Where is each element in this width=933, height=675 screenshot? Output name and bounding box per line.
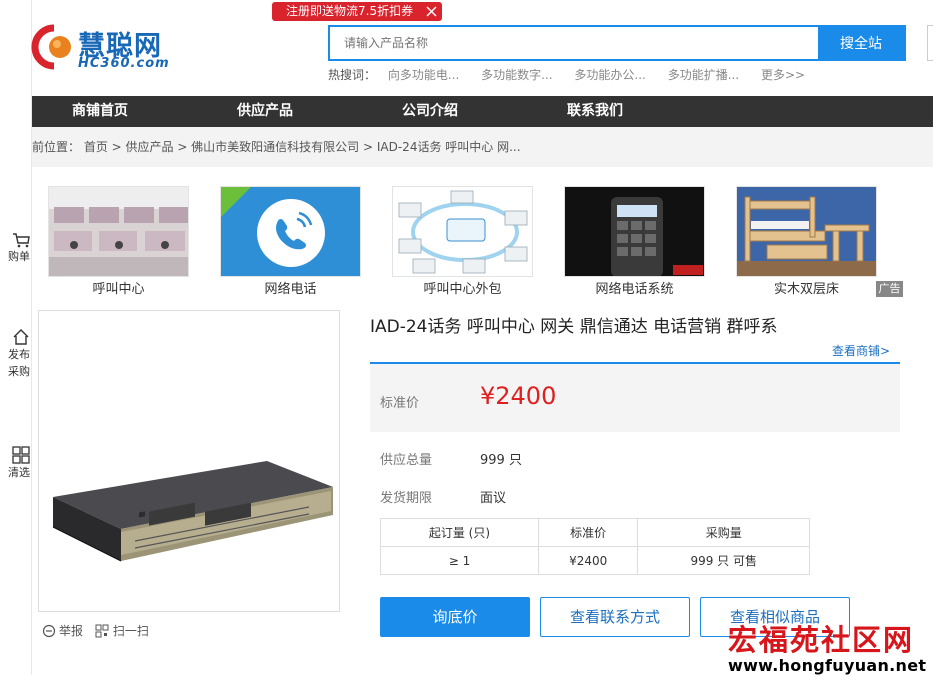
table-cell: ≥ 1 xyxy=(380,546,539,575)
ad-badge: 广告 xyxy=(876,281,903,297)
recommend-image xyxy=(48,186,189,277)
hot-term[interactable]: 多功能扩播... xyxy=(668,68,739,82)
sidebar-cart-label: 购单 xyxy=(8,250,30,263)
nav-company[interactable]: 公司介绍 xyxy=(402,96,458,127)
hot-search: 热搜词： 向多功能电... 多功能数字... 多功能办公... 多功能扩播...… xyxy=(328,66,823,83)
shop-nav: 商铺首页 供应产品 公司介绍 联系我们 xyxy=(32,96,933,127)
product-image[interactable] xyxy=(38,310,340,612)
table-header: 标准价 xyxy=(537,518,639,547)
nav-products[interactable]: 供应产品 xyxy=(237,96,293,127)
recommend-image xyxy=(564,186,705,277)
price-label: 标准价 xyxy=(380,396,420,411)
logo-en-text: HC360.com xyxy=(78,56,170,71)
price-tier-table: 起订量 (只) 标准价 采购量 ≥ 1 ¥2400 999 只 可售 xyxy=(380,518,810,575)
recommend-caption: 呼叫中心 xyxy=(92,282,145,297)
view-shop-link[interactable]: 查看商铺> xyxy=(832,342,890,359)
recommend-item[interactable]: 呼叫中心 xyxy=(48,186,189,297)
sidebar-filter-label: 清选 xyxy=(8,466,30,479)
hot-search-label: 热搜词： xyxy=(328,68,377,82)
table-header: 起订量 (只) xyxy=(380,518,539,547)
hot-more-link[interactable]: 更多>> xyxy=(761,68,805,82)
grid-icon xyxy=(12,446,30,464)
watermark-cn: 宏福苑社区网 xyxy=(728,623,915,657)
table-header: 采购量 xyxy=(637,518,810,547)
sidebar-filter[interactable]: 清选 xyxy=(0,446,30,481)
close-icon[interactable] xyxy=(425,5,438,18)
sidebar-cart[interactable]: 购单 xyxy=(0,232,30,265)
sidebar-publish-label-1: 发布 xyxy=(8,348,30,361)
hot-term[interactable]: 向多功能电... xyxy=(388,68,459,82)
qrcode-icon xyxy=(95,624,109,637)
sidebar-publish[interactable]: 发布 采购 xyxy=(0,328,30,380)
recommend-image xyxy=(392,186,533,277)
header-right-stub xyxy=(927,25,933,61)
scan-link[interactable]: 扫一扫 xyxy=(95,622,149,639)
product-tools: 举报 扫一扫 xyxy=(42,622,157,641)
search-button[interactable]: 搜全站 xyxy=(818,27,904,59)
breadcrumb[interactable]: 前位置： 首页 > 供应产品 > 佛山市美致阳通信科技有限公司 > IAD-24… xyxy=(32,127,933,167)
recommend-item[interactable]: 实木双层床 xyxy=(736,186,877,297)
table-row: ≥ 1 ¥2400 999 只 可售 xyxy=(380,546,810,575)
recommend-caption: 网络电话 xyxy=(264,282,317,297)
cart-icon xyxy=(13,233,30,248)
site-logo[interactable]: 慧聪网 HC360.com xyxy=(30,22,180,74)
ship-label: 发货期限 xyxy=(380,491,433,506)
product-title: IAD-24话务 呼叫中心 网关 鼎信通达 电话营销 群呼系 xyxy=(370,317,778,337)
recommend-image xyxy=(220,186,361,277)
nav-shop-home[interactable]: 商铺首页 xyxy=(72,96,128,127)
supply-label: 供应总量 xyxy=(380,453,433,468)
watermark-url: www.hongfuyuan.net xyxy=(728,656,927,675)
table-header-row: 起订量 (只) 标准价 采购量 xyxy=(380,518,810,547)
table-cell: ¥2400 xyxy=(537,546,639,575)
ship-value: 面议 xyxy=(480,491,507,506)
promo-text: 注册即送物流7.5折扣券 xyxy=(286,4,414,18)
recommend-image xyxy=(736,186,877,277)
product-switch-image xyxy=(52,461,333,562)
hot-term[interactable]: 多功能办公... xyxy=(574,68,645,82)
inquiry-button[interactable]: 询底价 xyxy=(380,597,530,637)
price-panel: 标准价 ¥2400 xyxy=(370,362,900,432)
report-label: 举报 xyxy=(59,624,84,638)
home-icon xyxy=(13,329,29,345)
recommend-caption: 实木双层床 xyxy=(773,282,839,297)
search-input[interactable] xyxy=(330,27,820,59)
table-cell: 999 只 可售 xyxy=(637,546,810,575)
nav-contact[interactable]: 联系我们 xyxy=(567,96,623,127)
price-value: ¥2400 xyxy=(480,382,557,410)
logo-mark-icon xyxy=(31,24,71,70)
sidebar-publish-label-2: 采购 xyxy=(8,365,30,378)
promo-banner[interactable]: 注册即送物流7.5折扣券 xyxy=(272,2,442,21)
recommend-caption: 呼叫中心外包 xyxy=(423,282,502,297)
recommend-caption: 网络电话系统 xyxy=(595,282,674,297)
scan-label: 扫一扫 xyxy=(112,624,149,638)
report-link[interactable]: 举报 xyxy=(42,622,83,639)
search-bar: 搜全站 xyxy=(328,25,906,61)
watermark: 宏福苑社区网 www.hongfuyuan.net xyxy=(728,617,933,675)
contact-button[interactable]: 查看联系方式 xyxy=(540,597,690,637)
recommend-item[interactable]: 网络电话 xyxy=(220,186,361,297)
report-icon xyxy=(42,624,56,637)
hot-term[interactable]: 多功能数字... xyxy=(481,68,552,82)
recommend-item[interactable]: 网络电话系统 xyxy=(564,186,705,297)
supply-value: 999 只 xyxy=(480,453,522,468)
left-floating-sidebar: 购单 发布 采购 清选 xyxy=(0,0,32,675)
recommend-item[interactable]: 呼叫中心外包 xyxy=(392,186,533,297)
